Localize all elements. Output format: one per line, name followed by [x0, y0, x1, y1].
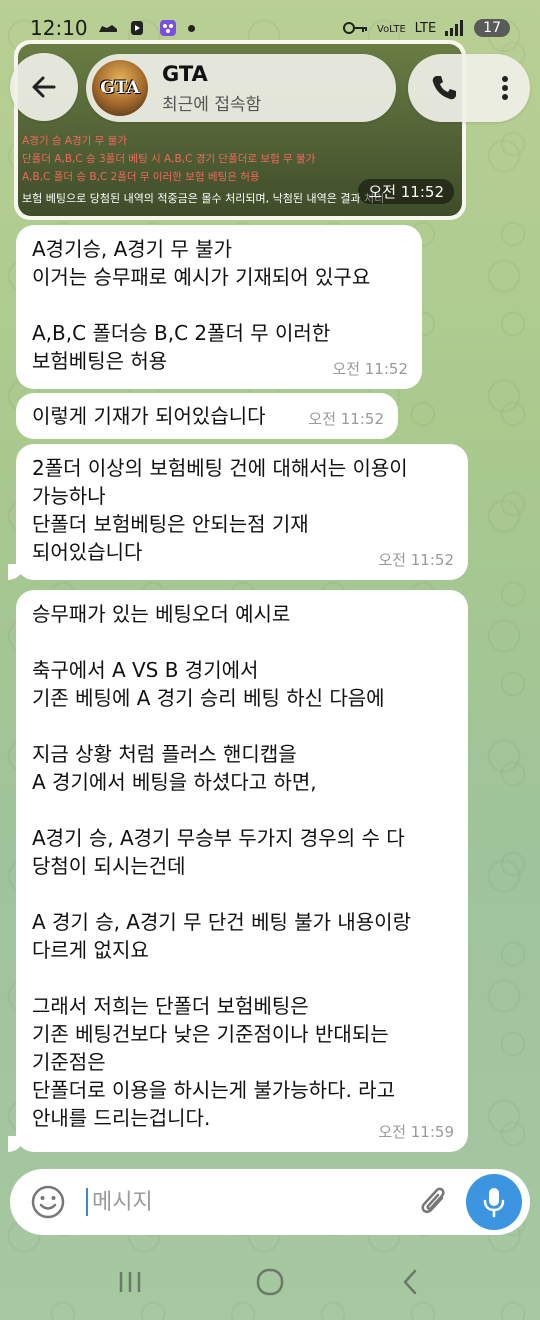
chevron-left-icon [403, 1269, 417, 1295]
more-vertical-icon[interactable] [500, 73, 510, 103]
back-button[interactable] [10, 53, 78, 121]
message-time: 오전 11:52 [358, 179, 454, 204]
message-bubble[interactable]: 이렇게 기재가 되어있습니다 오전 11:52 [16, 393, 398, 439]
avatar-logo-text: GTA [100, 78, 140, 98]
microphone-icon [483, 1188, 505, 1218]
message-bubble[interactable]: 승무패가 있는 베팅오더 예시로 축구에서 A VS B 경기에서 기존 베팅에… [8, 590, 468, 1152]
voice-record-button[interactable] [466, 1174, 522, 1230]
play-icon [130, 21, 143, 35]
recent-apps-button[interactable] [100, 1257, 160, 1307]
paperclip-icon [421, 1187, 445, 1214]
message-time: 오전 11:52 [332, 360, 408, 378]
message-time: 오전 11:52 [308, 410, 384, 428]
app-icon [159, 20, 176, 36]
photo-text-line: 단폴더 A,B,C 승 3폴더 베팅 시 A,B,C 경기 단폴더로 보험 무 … [22, 153, 316, 165]
chat-title: GTA [162, 61, 208, 86]
message-bubble[interactable]: A경기승, A경기 무 불가 이거는 승무패로 예시가 기재되어 있구요 A,B… [16, 225, 422, 389]
message-input[interactable] [86, 1188, 410, 1216]
status-time: 12:10 [30, 16, 88, 40]
signal-icon [445, 20, 464, 36]
emoji-button[interactable] [24, 1178, 72, 1226]
shoe-icon [98, 25, 117, 32]
home-icon [256, 1268, 284, 1296]
phone-icon[interactable] [429, 73, 459, 103]
home-button[interactable] [240, 1257, 300, 1307]
message-composer [10, 1169, 530, 1235]
arrow-left-icon [32, 76, 56, 98]
battery-indicator: 17 [474, 19, 510, 37]
system-navigation-bar [0, 1244, 540, 1320]
header-actions [408, 54, 530, 122]
smiley-icon [31, 1185, 65, 1219]
attach-button[interactable] [410, 1178, 458, 1226]
last-seen-status: 최근에 접속함 [162, 94, 262, 115]
network-label: LTE [414, 20, 437, 36]
svg-text:VoLTE: VoLTE [377, 24, 406, 35]
message-text: A경기승, A경기 무 불가 이거는 승무패로 예시가 기재되어 있구요 A,B… [32, 237, 371, 373]
photo-text-line: A경기 승 A경기 무 불가 [22, 135, 127, 147]
notification-dot-icon [187, 24, 195, 32]
key-icon [342, 22, 367, 34]
avatar[interactable]: GTA [92, 60, 148, 116]
message-text: 승무패가 있는 베팅오더 예시로 축구에서 A VS B 경기에서 기존 베팅에… [32, 602, 411, 1130]
volte-icon: VoLTE [377, 24, 406, 35]
chat-header[interactable]: GTA GTA 최근에 접속함 [86, 54, 396, 122]
message-time: 오전 11:52 [378, 551, 454, 569]
message-bubble[interactable]: 2폴더 이상의 보험베팅 건에 대해서는 이용이 가능하나 단폴더 보험베팅은 … [8, 444, 468, 580]
system-back-button[interactable] [380, 1257, 440, 1307]
recents-icon [119, 1272, 141, 1292]
message-time: 오전 11:59 [378, 1123, 454, 1141]
